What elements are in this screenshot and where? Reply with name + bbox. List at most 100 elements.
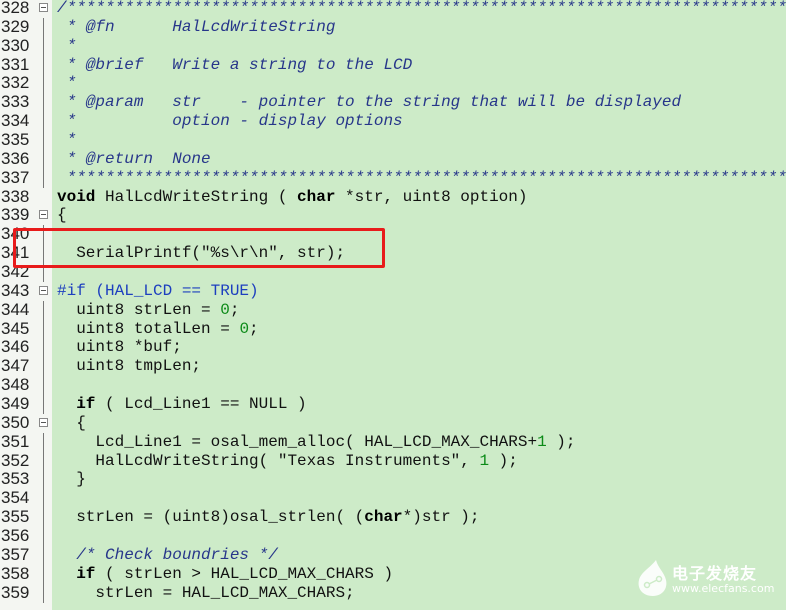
fold-toggle-icon[interactable] [39,210,48,220]
code-line[interactable]: 347 uint8 tmpLen; [0,356,786,377]
code-line[interactable]: 356 [0,526,786,546]
line-number: 346 [1,337,30,357]
code-line[interactable]: 331 * @brief Write a string to the LCD [0,54,786,75]
code-token: { [57,206,67,225]
fold-guide [43,357,44,377]
line-number: 354 [1,488,30,508]
line-number: 343 [1,280,30,300]
code-line[interactable]: 345 uint8 totalLen = 0; [0,318,786,339]
code-line[interactable]: 346 uint8 *buf; [0,337,786,358]
code-text: * @param str - pointer to the string tha… [57,93,682,112]
fold-guide [43,527,44,546]
code-line[interactable]: 330 * [0,35,786,56]
code-line[interactable]: 333 * @param str - pointer to the string… [0,92,786,113]
fold-toggle-icon[interactable] [39,3,48,12]
code-token: * @return None [57,149,211,168]
code-token: char [364,508,403,527]
line-number: 350 [1,412,30,432]
code-text: * @fn HalLcdWriteString [57,18,336,37]
fold-guide [43,112,44,132]
code-line[interactable]: 350 { [0,412,786,433]
code-line[interactable]: 337 ************************************… [0,167,786,188]
code-line[interactable]: 338 void HalLcdWriteString ( char *str, u… [0,187,786,207]
code-token: *str, uint8 option) [335,187,528,206]
fold-guide [43,131,44,150]
code-token: uint8 strLen = [57,300,221,319]
code-text: * option - display options [57,112,403,131]
code-token: 0 [239,319,250,338]
code-line[interactable]: 348 [0,375,786,396]
code-token: ( Lcd_Line1 == NULL ) [95,395,307,414]
code-line[interactable]: 332 * [0,74,786,94]
code-token: void [57,187,96,206]
line-number: 331 [1,54,30,74]
code-line[interactable]: 334 * option - display options [0,111,786,132]
line-number: 334 [1,111,30,131]
line-number: 330 [1,35,30,55]
code-line[interactable]: 328 /************************************… [0,0,786,18]
code-text: * [57,74,77,93]
fold-toggle-icon[interactable] [39,285,48,295]
code-line[interactable]: 351 Lcd_Line1 = osal_mem_alloc( HAL_LCD_… [0,431,786,452]
code-line[interactable]: 354 [0,488,786,509]
line-number: 329 [1,16,30,36]
code-token: HalLcdWriteString( "Texas Instruments", [57,451,480,470]
line-number: 345 [1,318,30,338]
code-text: HalLcdWriteString( "Texas Instruments", … [57,451,517,471]
code-token: { [57,413,86,432]
code-token: HalLcdWriteString ( [95,187,298,206]
code-text: * [57,36,77,56]
line-number: 359 [1,582,30,602]
code-text: } [57,470,86,489]
code-line[interactable]: 336 * @return None [0,149,786,169]
line-number: 337 [1,167,30,187]
code-line[interactable]: 343 #if (HAL_LCD == TRUE) [0,280,786,301]
line-number: 357 [1,544,30,564]
watermark-brand: 电子发烧友 [672,564,758,583]
code-token: * [57,36,77,55]
code-token: * [57,74,77,93]
line-number: 335 [1,130,30,150]
fold-guide [43,395,44,414]
code-text: uint8 *buf; [57,338,182,357]
code-token: ****************************************… [57,168,786,187]
code-line[interactable]: 349 if ( Lcd_Line1 == NULL ) [0,394,786,414]
code-line[interactable]: 352 HalLcdWriteString( "Texas Instrument… [0,451,786,471]
fold-guide [43,470,44,490]
fold-guide [43,432,44,452]
watermark-logo: 电子发烧友 www.elecfans.com [636,558,776,602]
code-editor[interactable]: 328 /************************************… [0,0,786,603]
code-token: strLen = (uint8)osal_strlen( ( [57,508,365,527]
code-line[interactable]: 335 * [0,130,786,150]
code-token: if [76,564,96,583]
fold-guide [43,508,44,528]
code-line[interactable]: 339 { [0,206,786,225]
code-line[interactable]: 353 } [0,470,786,490]
code-line[interactable]: 355 strLen = (uint8)osal_strlen( (char*)… [0,507,786,528]
code-token: char [297,187,336,206]
code-text: strLen = (uint8)osal_strlen( (char*)str … [57,508,479,527]
line-number: 339 [1,205,30,225]
code-text: * [57,131,77,150]
code-text: uint8 totalLen = 0; [57,319,259,339]
fold-guide [43,17,44,37]
code-text: /***************************************… [57,0,786,18]
code-token: uint8 totalLen = [57,319,240,338]
code-text: uint8 tmpLen; [57,357,201,376]
fold-toggle-icon[interactable] [39,417,48,427]
code-line[interactable]: 344 uint8 strLen = 0; [0,300,786,320]
line-number: 351 [1,431,30,451]
code-token: *)str ); [402,508,480,527]
fold-guide [43,489,44,509]
code-text: uint8 strLen = 0; [57,301,239,320]
code-token: * @param str - pointer to the string tha… [57,93,682,112]
fold-guide [43,55,44,75]
code-token: /* Check boundries */ [76,545,278,564]
code-line[interactable]: 329 * @fn HalLcdWriteString [0,16,786,37]
fold-guide [43,338,44,358]
watermark-url: www.elecfans.com [672,582,775,595]
line-number: 333 [1,92,30,112]
fold-guide [43,545,44,565]
code-token: ; [249,319,259,338]
code-token: 0 [220,300,230,319]
